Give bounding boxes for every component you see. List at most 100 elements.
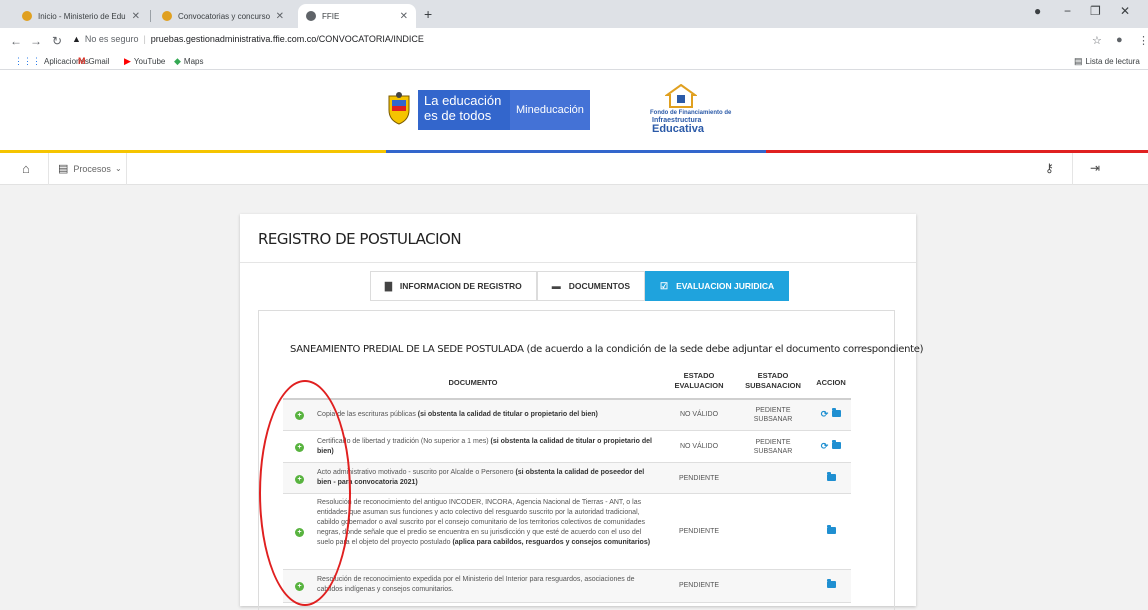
nav-divider [126,153,127,185]
table-header: DOCUMENTO ESTADO EVALUACION ESTADO SUBSA… [283,367,851,400]
minimize-icon[interactable]: − [1064,4,1071,18]
folder-icon[interactable] [826,579,836,588]
document-name: Certificado de libertad y tradición (No … [317,437,657,457]
processes-label: Procesos [73,163,111,174]
url-text: pruebas.gestionadministrativa.ffie.com.c… [150,34,424,44]
brand-block: La educación es de todos [418,90,510,130]
tab-favicon-icon [162,11,172,21]
colombia-shield-logo [388,92,410,125]
expand-plus-icon[interactable]: + [295,475,304,484]
brand-line-2: es de todos [424,108,492,123]
status-evaluacion: PENDIENTE [678,582,720,589]
tab-documentos[interactable]: ▬ DOCUMENTOS [536,271,646,301]
chevron-down-icon: ⌄ [114,164,122,173]
status-subsanacion: PEDIENTE SUBSANAR [753,439,793,455]
folder-icon: ▬ [551,281,561,291]
status-evaluacion: NO VÁLIDO [679,411,719,418]
profile-icon[interactable]: ● [1034,4,1041,18]
tab-label: INFORMACION DE REGISTRO [399,281,522,291]
folder-icon[interactable] [826,472,836,481]
browser-tab-strip: Inicio - Ministerio de Educación N ✕ Con… [0,0,1148,28]
action-cell [811,472,851,483]
status-evaluacion: PENDIENTE [678,528,720,535]
reading-list[interactable]: ▤ Lista de lectura [1074,56,1140,67]
reload-icon[interactable]: ↻ [52,34,62,48]
action-cell [811,579,851,590]
doc-text: Resolución de reconocimiento expedida po… [317,576,635,593]
back-icon[interactable]: ← [10,34,22,48]
tab-label: DOCUMENTOS [568,281,631,291]
ministry-label: Mineducación [510,90,590,130]
doc-text: Certificado de libertad y tradición (No … [317,438,491,445]
infra-small-text: Fondo de Financiamiento de [650,110,732,116]
file-icon: ▇ [385,280,392,291]
bookmark-label: YouTube [133,57,166,66]
refresh-icon[interactable]: ⟳ [821,409,829,419]
key-icon[interactable]: ⚷ [1045,161,1054,175]
expand-plus-icon[interactable]: + [295,528,304,537]
browser-tab[interactable]: Convocatorias y concursos - Min ✕ [154,4,292,28]
menu-icon[interactable]: ⋮ [1138,34,1148,47]
tab-close-icon[interactable]: ✕ [276,11,284,22]
new-tab-button[interactable]: + [424,6,432,22]
reading-list-icon: ▤ [1074,56,1083,66]
close-window-icon[interactable]: ✕ [1120,4,1130,18]
doc-condition: (si obstenta la calidad de titular o pro… [417,411,598,418]
tab-close-icon[interactable]: ✕ [132,11,140,22]
doc-text: Acto administrativo motivado - suscrito … [317,469,516,476]
section-title: SANEAMIENTO PREDIAL DE LA SEDE POSTULADA… [290,344,924,355]
check-square-icon: ☑ [660,280,669,291]
table-row: + Certificado de libertad y tradición (N… [283,431,851,463]
bookmark-maps[interactable]: ◆ Maps [174,56,203,67]
bookmark-label: Gmail [88,56,110,66]
document-name: Acto administrativo motivado - suscrito … [317,468,657,488]
browser-tab-active[interactable]: FFIE ✕ [298,4,416,28]
folder-icon[interactable] [832,408,842,417]
folder-icon[interactable] [832,440,842,449]
table-row: + Copia de las escrituras públicas (si o… [283,400,851,431]
home-icon[interactable]: ⌂ [22,161,30,176]
tab-title: Inicio - Ministerio de Educación N [38,11,126,21]
document-name: Resolución de reconocimiento del antiguo… [317,498,657,548]
site-header: La educación es de todos Mineducación Fo… [0,70,1148,150]
nav-divider [1072,153,1073,185]
browser-tab[interactable]: Inicio - Ministerio de Educación N ✕ [14,4,148,28]
expand-plus-icon[interactable]: + [295,411,304,420]
bookmark-youtube[interactable]: ▶ YouTube [124,56,165,67]
url-divider: | [143,34,146,44]
section-tabs: ▇ INFORMACION DE REGISTRO ▬ DOCUMENTOS ☑… [370,271,790,301]
tab-title: Convocatorias y concursos - Min [178,11,270,21]
tab-close-icon[interactable]: ✕ [400,11,408,22]
expand-plus-icon[interactable]: + [295,443,304,452]
star-icon[interactable]: ☆ [1092,34,1102,47]
forward-icon[interactable]: → [30,34,42,48]
infraestructura-house-logo [665,84,697,108]
restore-icon[interactable]: ❐ [1090,4,1101,18]
action-cell: ⟳ [811,440,851,452]
folder-icon[interactable] [826,525,836,534]
account-icon[interactable]: ● [1116,34,1123,46]
col-estado-subsanacion: ESTADO SUBSANACION [739,371,807,391]
tab-evaluacion-juridica[interactable]: ☑ EVALUACION JURIDICA [645,271,790,301]
status-subsanacion: PEDIENTE SUBSANAR [753,407,793,423]
refresh-icon[interactable]: ⟳ [821,441,829,451]
bookmark-gmail[interactable]: M Gmail [78,56,109,66]
document-name: Copia de las escrituras públicas (si obs… [317,410,657,420]
col-label: ESTADO [757,371,789,380]
expand-plus-icon[interactable]: + [295,582,304,591]
tab-informacion-registro[interactable]: ▇ INFORMACION DE REGISTRO [370,271,537,301]
app-navbar: ⌂ ▤ Procesos ⌄ ⚷ ⇥ [0,153,1148,185]
col-label: EVALUACION [674,381,724,390]
table-row: + Resolución de reconocimiento expedida … [283,570,851,603]
logout-icon[interactable]: ⇥ [1090,161,1100,175]
maps-icon: ◆ [174,56,181,66]
youtube-icon: ▶ [124,56,131,66]
col-estado-evaluacion: ESTADO EVALUACION [663,371,735,391]
tab-title: FFIE [322,11,340,21]
tab-separator [150,10,151,22]
status-evaluacion: PENDIENTE [678,475,720,482]
status-evaluacion: NO VÁLIDO [679,443,719,450]
url-field[interactable]: ▲ No es seguro | pruebas.gestionadministrat… [72,34,424,44]
processes-menu[interactable]: ▤ Procesos ⌄ [58,162,122,175]
address-bar-row: ← → ↻ ▲ No es seguro | pruebas.gestionadmin… [0,28,1148,54]
